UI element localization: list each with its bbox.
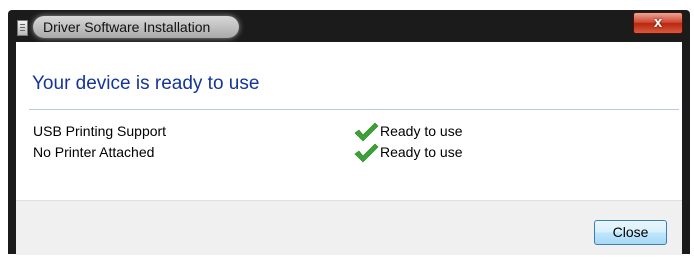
close-button-label: Close — [612, 224, 649, 240]
button-bar: Close — [16, 200, 682, 255]
device-row: USB Printing Support Ready to use — [16, 122, 682, 143]
device-row: No Printer Attached Ready to use — [16, 143, 682, 164]
close-button[interactable]: Close — [594, 220, 667, 245]
window-close-button[interactable]: x — [633, 12, 683, 34]
close-icon: x — [653, 14, 663, 31]
green-checkmark-icon — [354, 122, 379, 142]
device-status: Ready to use — [380, 123, 463, 139]
title-bar[interactable]: Driver Software Installation x — [8, 10, 690, 42]
divider — [29, 109, 679, 110]
dialog-window: Driver Software Installation x Your devi… — [8, 10, 690, 255]
device-status: Ready to use — [380, 144, 463, 160]
page-title: Your device is ready to use — [32, 73, 260, 94]
document-icon — [17, 20, 28, 36]
dialog-content: Your device is ready to use USB Printing… — [16, 42, 682, 255]
window-title: Driver Software Installation — [43, 19, 211, 35]
device-name: No Printer Attached — [33, 144, 155, 160]
green-checkmark-icon — [354, 143, 379, 163]
title-pill: Driver Software Installation — [33, 16, 239, 38]
device-name: USB Printing Support — [33, 123, 167, 139]
